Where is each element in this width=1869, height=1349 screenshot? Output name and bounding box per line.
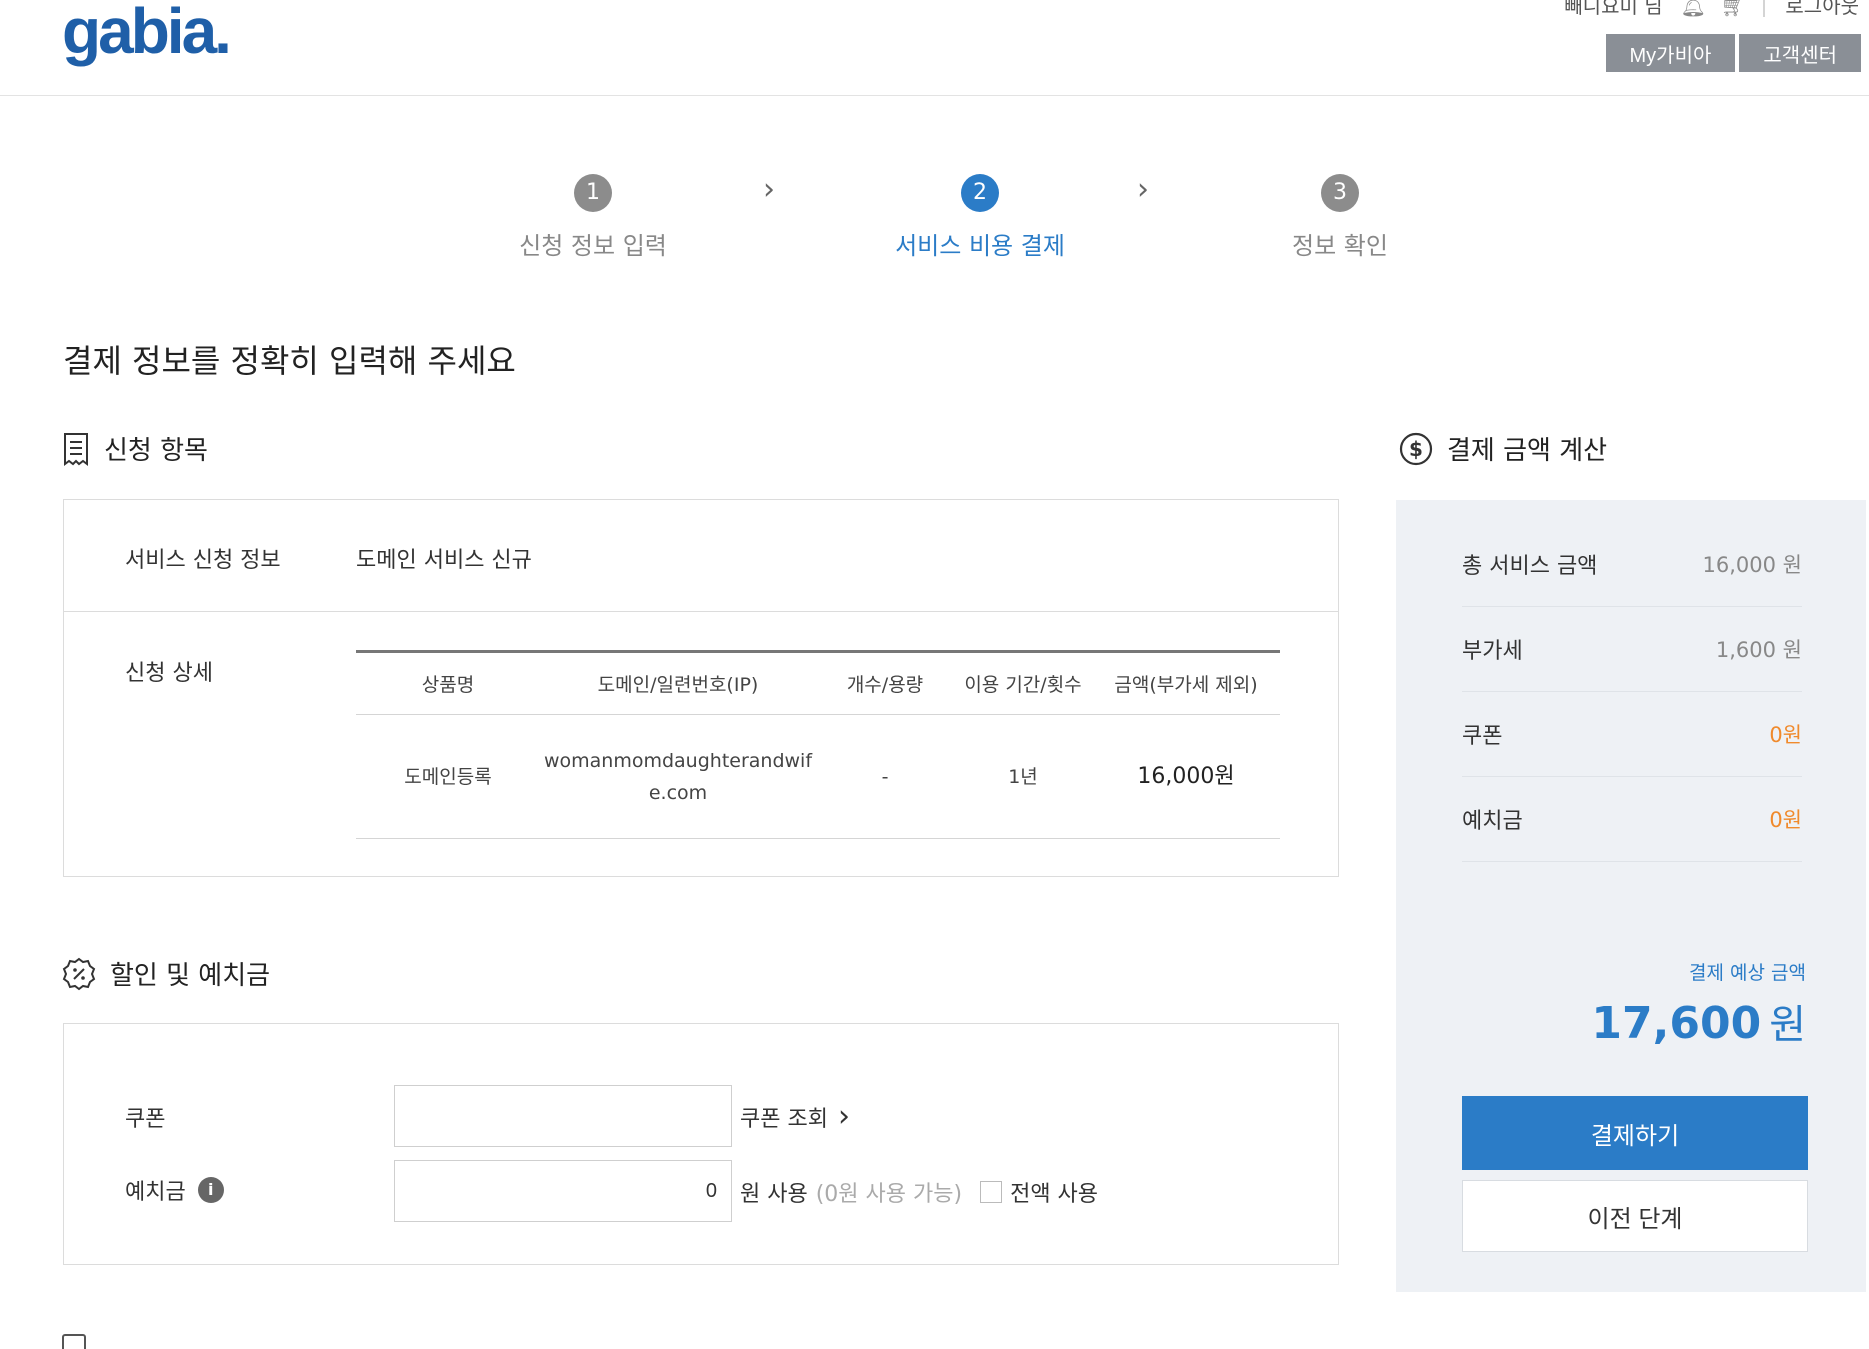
receipt-icon [64, 432, 88, 466]
step-1-number: 1 [574, 174, 612, 212]
summary-row-vat: 부가세 1,600 원 [1462, 607, 1802, 692]
step-1: 1 신청 정보 입력 [483, 170, 703, 261]
document-icon [62, 1334, 86, 1349]
previous-step-button[interactable]: 이전 단계 [1462, 1180, 1808, 1252]
service-info-value: 도메인 서비스 신규 [356, 548, 532, 573]
summary-coupon-label: 쿠폰 [1462, 724, 1503, 749]
logo-dot: . [214, 0, 232, 67]
deposit-input[interactable] [394, 1160, 732, 1222]
coupon-lookup-button[interactable]: 쿠폰 조회 › [740, 1101, 850, 1133]
cell-product: 도메인등록 [356, 714, 540, 839]
deposit-note: 원 사용 (0원 사용 가능) 전액 사용 [740, 1176, 1098, 1208]
dollar-circle-icon: $ [1399, 432, 1433, 465]
chevron-right-icon: › [1137, 172, 1149, 207]
step-3-number: 3 [1321, 174, 1359, 212]
cell-count: - [816, 714, 954, 839]
cell-period: 1년 [954, 714, 1092, 839]
detail-label: 신청 상세 [125, 661, 213, 686]
step-2: 2 서비스 비용 결제 [870, 170, 1090, 261]
estimate-label: 결제 예상 금액 [1689, 962, 1806, 984]
progress-steps: 1 신청 정보 입력 2 서비스 비용 결제 3 정보 확인 [0, 170, 1869, 260]
use-all-checkbox[interactable] [980, 1181, 1003, 1203]
summary-row-deposit: 예치금 0원 [1462, 777, 1802, 862]
estimate-amount-value: 17,600 [1591, 998, 1762, 1049]
apply-section-title-text: 신청 항목 [104, 436, 208, 466]
step-2-label: 서비스 비용 결제 [895, 232, 1065, 260]
pay-button[interactable]: 결제하기 [1462, 1096, 1808, 1170]
col-count: 개수/용량 [816, 651, 954, 715]
step-1-label: 신청 정보 입력 [519, 232, 667, 260]
summary-coupon-value: 0원 [1769, 723, 1802, 747]
svg-text:$: $ [1409, 437, 1423, 461]
coupon-input[interactable] [394, 1085, 732, 1147]
domain-line-1: womanmomdaughterandwif [543, 749, 813, 772]
logo-text: gabia [62, 0, 217, 67]
summary-vat-label: 부가세 [1462, 639, 1523, 664]
col-domain: 도메인/일련번호(IP) [540, 651, 816, 715]
col-amount: 금액(부가세 제외) [1092, 651, 1280, 715]
summary-row-coupon: 쿠폰 0원 [1462, 692, 1802, 777]
service-info-label: 서비스 신청 정보 [125, 548, 281, 573]
site-header: gabia. 빼니요미 님 🔔︎ 🛒︎ | 로그아웃 My가비아 고객센터 [0, 0, 1869, 96]
deposit-available: (0원 사용 가능) [815, 1182, 963, 1207]
step-3-label: 정보 확인 [1292, 232, 1388, 260]
summary-row-total: 총 서비스 금액 16,000 원 [1462, 522, 1802, 607]
row-divider [64, 611, 1338, 612]
chevron-right-icon: › [837, 1099, 850, 1134]
detail-table: 상품명 도메인/일련번호(IP) 개수/용량 이용 기간/횟수 금액(부가세 제… [356, 650, 1280, 839]
summary-deposit-value: 0원 [1769, 808, 1802, 832]
step-2-number: 2 [961, 174, 999, 212]
deposit-label-text: 예치금 [125, 1180, 186, 1205]
deposit-label: 예치금 i [125, 1174, 224, 1206]
coupon-lookup-label: 쿠폰 조회 [740, 1107, 828, 1132]
logout-link[interactable]: 로그아웃 [1785, 0, 1859, 19]
col-period: 이용 기간/횟수 [954, 651, 1092, 715]
top-buttons: My가비아 고객센터 [1605, 34, 1861, 72]
cell-amount: 16,000원 [1092, 714, 1280, 839]
customer-center-button[interactable]: 고객센터 [1739, 34, 1861, 72]
table-header-row: 상품명 도메인/일련번호(IP) 개수/용량 이용 기간/횟수 금액(부가세 제… [356, 651, 1280, 715]
discount-badge-icon [62, 957, 96, 990]
util-separator: | [1760, 0, 1768, 17]
page-title: 결제 정보를 정확히 입력해 주세요 [63, 342, 516, 380]
summary-vat-value: 1,600 원 [1715, 638, 1802, 662]
discount-section-title-text: 할인 및 예치금 [110, 961, 271, 991]
summary-total-value: 16,000 원 [1702, 553, 1802, 577]
table-row: 도메인등록 womanmomdaughterandwif e.com - 1년 … [356, 714, 1280, 839]
bell-icon[interactable]: 🔔︎ [1681, 0, 1706, 18]
payment-summary-panel: 총 서비스 금액 16,000 원 부가세 1,600 원 쿠폰 0원 예치금 … [1396, 500, 1866, 1292]
col-product: 상품명 [356, 651, 540, 715]
info-icon[interactable]: i [197, 1177, 224, 1203]
calc-section-title-text: 결제 금액 계산 [1447, 436, 1608, 466]
utility-bar: 빼니요미 님 🔔︎ 🛒︎ | 로그아웃 [1564, 0, 1859, 19]
estimate-amount: 17,600 원 [1591, 992, 1806, 1050]
apply-section-title: 신청 항목 [62, 430, 208, 467]
deposit-unit: 원 사용 [740, 1182, 808, 1207]
estimate-amount-unit: 원 [1769, 1002, 1806, 1048]
my-gabia-button[interactable]: My가비아 [1605, 34, 1736, 72]
cell-domain: womanmomdaughterandwif e.com [540, 714, 816, 839]
user-name[interactable]: 빼니요미 님 [1564, 0, 1662, 19]
gabia-logo[interactable]: gabia. [62, 0, 232, 68]
summary-deposit-label: 예치금 [1462, 809, 1523, 834]
coupon-label: 쿠폰 [125, 1101, 165, 1133]
step-3: 3 정보 확인 [1230, 170, 1450, 261]
chevron-right-icon: › [763, 172, 775, 207]
discount-section-title: 할인 및 예치금 [62, 955, 270, 992]
calc-section-title: $ 결제 금액 계산 [1399, 430, 1607, 467]
domain-line-2: e.com [648, 781, 708, 804]
use-all-label[interactable]: 전액 사용 [1010, 1176, 1098, 1208]
cart-icon[interactable]: 🛒︎ [1721, 0, 1746, 18]
summary-total-label: 총 서비스 금액 [1462, 554, 1598, 579]
coupon-label-text: 쿠폰 [125, 1107, 166, 1132]
